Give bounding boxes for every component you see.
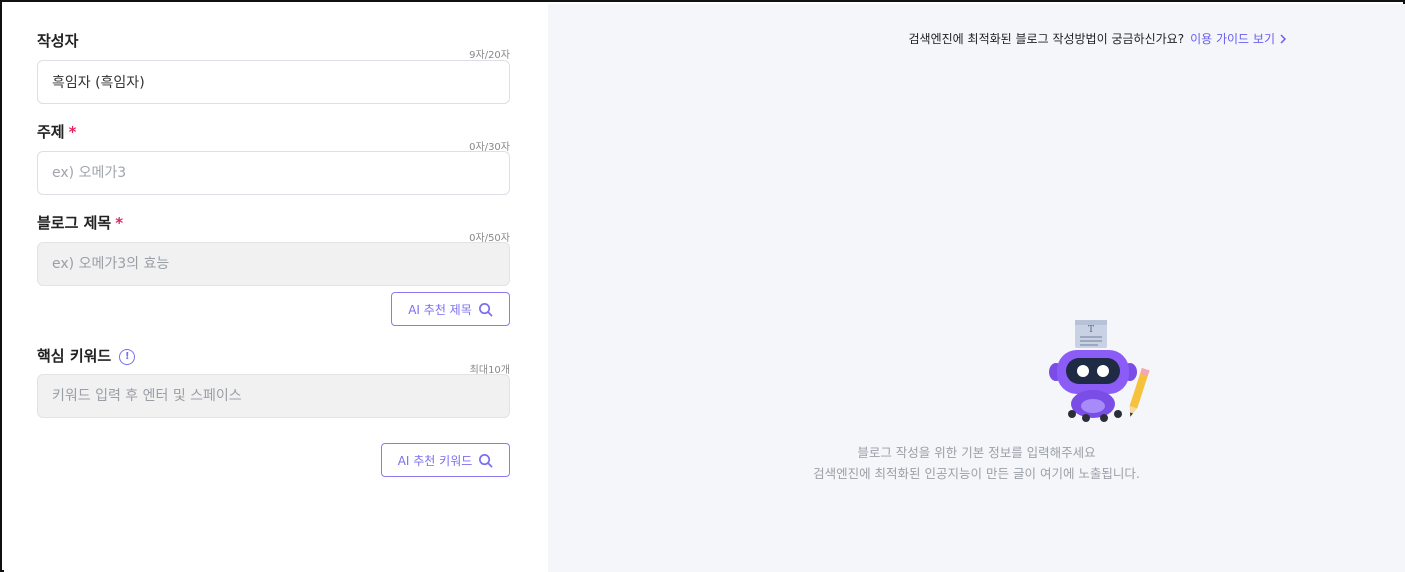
ai-title-button-label: AI 추천 제목 [408, 302, 472, 317]
blog-title-input[interactable] [37, 242, 510, 286]
robot-writer-icon: T [1049, 320, 1150, 422]
ai-keyword-button-label: AI 추천 키워드 [397, 453, 473, 468]
svg-text:T: T [1088, 325, 1094, 335]
author-counter: 9자/20자 [469, 50, 510, 61]
author-input[interactable] [37, 60, 510, 104]
search-icon [479, 453, 493, 467]
guide-text: 검색엔진에 최적화된 블로그 작성방법이 궁금하신가요? [908, 32, 1185, 46]
preview-panel: 검색엔진에 최적화된 블로그 작성방법이 궁금하신가요? 이용 가이드 보기 T [548, 4, 1405, 572]
keywords-input[interactable] [37, 374, 510, 418]
chevron-right-icon [1280, 33, 1287, 44]
ai-keyword-button[interactable]: AI 추천 키워드 [381, 443, 510, 477]
blog-title-label: 블로그 제목 * [37, 214, 124, 232]
form-panel: 작성자 9자/20자 주제* 0자/30자 블로그 제목* 0자/50자 AI … [4, 4, 548, 572]
required-mark: * [115, 214, 124, 232]
guide-banner: 검색엔진에 최적화된 블로그 작성방법이 궁금하신가요? 이용 가이드 보기 [909, 30, 1287, 47]
guide-link[interactable]: 이용 가이드 보기 [1190, 30, 1287, 47]
topic-label: 주제 * [37, 123, 77, 141]
empty-state-line-1: 블로그 작성을 위한 기본 정보를 입력해주세요 [857, 445, 1096, 460]
ai-title-button[interactable]: AI 추천 제목 [391, 292, 510, 326]
author-label: 작성자 [37, 32, 79, 50]
search-icon [478, 302, 493, 316]
info-icon[interactable]: ! [119, 348, 136, 365]
guide-link-label: 이용 가이드 보기 [1190, 32, 1275, 46]
keywords-label: 핵심 키워드! [37, 345, 136, 366]
required-mark: * [68, 123, 77, 141]
app-frame: 작성자 9자/20자 주제* 0자/30자 블로그 제목* 0자/50자 AI … [0, 0, 1405, 572]
empty-state-line-2: 검색엔진에 최적화된 인공지능이 만든 글이 여기에 노출됩니다. [813, 466, 1140, 481]
topic-input[interactable] [37, 151, 510, 195]
